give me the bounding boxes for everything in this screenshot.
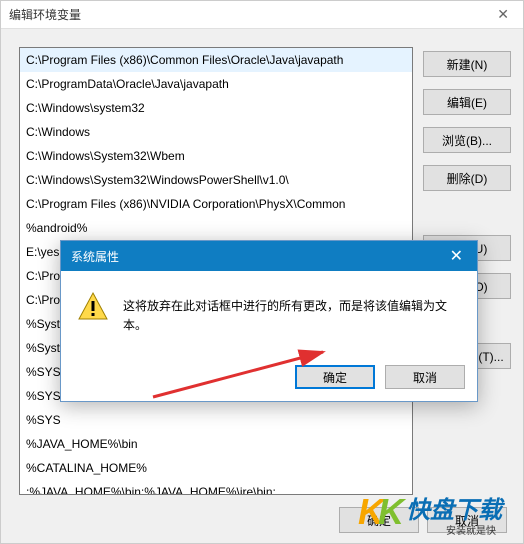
dialog-close-icon[interactable]: ✕ [446, 246, 467, 266]
dialog-title: 系统属性 [71, 248, 119, 265]
warning-icon [77, 291, 109, 323]
close-icon[interactable]: ✕ [491, 6, 515, 23]
list-item[interactable]: C:\Windows\System32\Wbem [20, 144, 412, 168]
watermark-logo: K K 快盘下载 安装就是快 [356, 484, 524, 540]
confirm-dialog: 系统属性 ✕ 这将放弃在此对话框中进行的所有更改，而是将该值编辑为文本。 确定 … [60, 240, 478, 402]
list-item[interactable]: C:\Windows [20, 120, 412, 144]
watermark-brand: 快盘下载 [406, 497, 506, 524]
dialog-ok-button[interactable]: 确定 [295, 365, 375, 389]
list-item[interactable]: C:\ProgramData\Oracle\Java\javapath [20, 72, 412, 96]
dialog-body: 这将放弃在此对话框中进行的所有更改，而是将该值编辑为文本。 [61, 271, 477, 347]
dialog-cancel-button[interactable]: 取消 [385, 365, 465, 389]
list-item[interactable]: C:\Windows\System32\WindowsPowerShell\v1… [20, 168, 412, 192]
list-item[interactable]: C:\Windows\system32 [20, 96, 412, 120]
list-item[interactable]: ;%JAVA_HOME%\bin;%JAVA_HOME%\jre\bin; [20, 480, 412, 495]
window-title: 编辑环境变量 [9, 6, 81, 23]
titlebar: 编辑环境变量 ✕ [1, 1, 523, 29]
list-item[interactable]: %CATALINA_HOME% [20, 456, 412, 480]
delete-button[interactable]: 删除(D) [423, 165, 511, 191]
dialog-message: 这将放弃在此对话框中进行的所有更改，而是将该值编辑为文本。 [123, 291, 461, 335]
browse-button[interactable]: 浏览(B)... [423, 127, 511, 153]
list-item[interactable]: %JAVA_HOME%\bin [20, 432, 412, 456]
new-button[interactable]: 新建(N) [423, 51, 511, 77]
watermark-tagline: 安装就是快 [446, 524, 496, 537]
edit-button[interactable]: 编辑(E) [423, 89, 511, 115]
dialog-footer: 确定 取消 [295, 365, 465, 389]
svg-text:K: K [378, 491, 407, 532]
list-item[interactable]: C:\Program Files (x86)\Common Files\Orac… [20, 48, 412, 72]
list-item[interactable]: C:\Program Files (x86)\NVIDIA Corporatio… [20, 192, 412, 216]
list-item[interactable]: %SYS [20, 408, 412, 432]
dialog-titlebar: 系统属性 ✕ [61, 241, 477, 271]
list-item[interactable]: %android% [20, 216, 412, 240]
